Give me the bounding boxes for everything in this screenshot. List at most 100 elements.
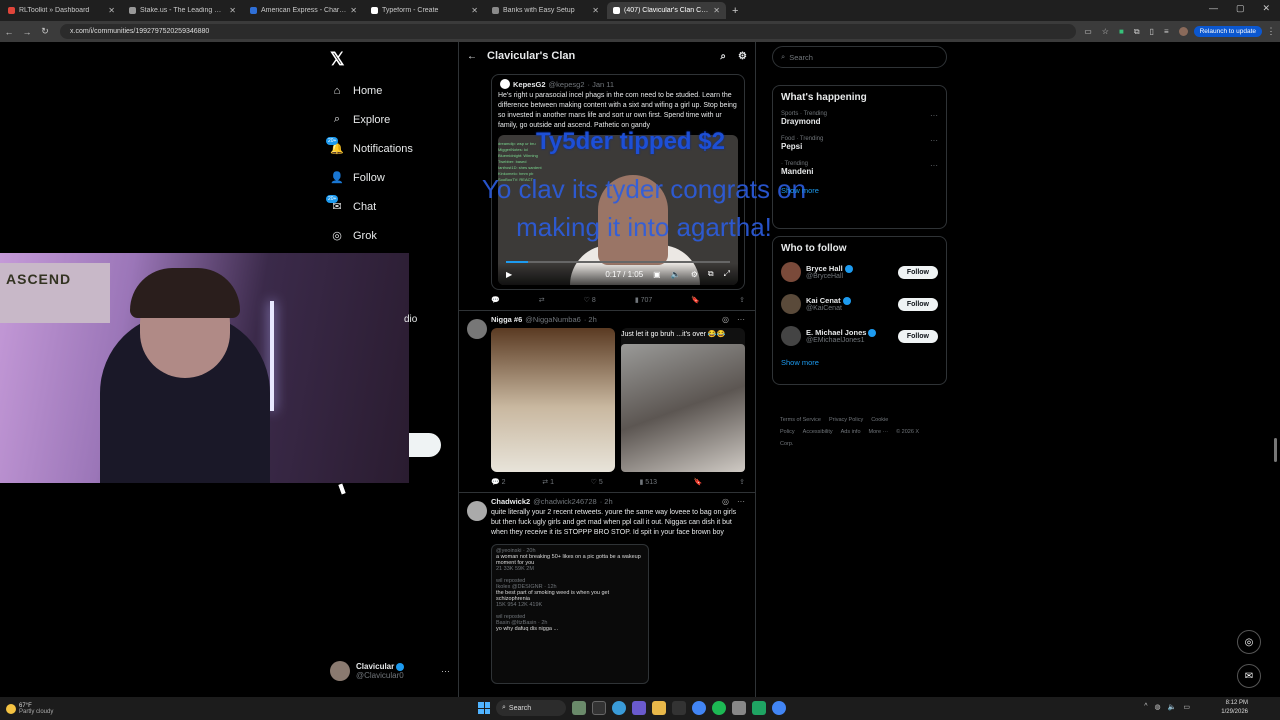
cast-icon[interactable]: ▭ — [1084, 27, 1092, 36]
post-item[interactable]: Chadwick2 @chadwick246728 · 2h ◎ ··· quite l… — [459, 493, 755, 688]
reload-icon[interactable]: ↻ — [36, 26, 54, 37]
search-input[interactable]: ⌕ Search — [772, 46, 947, 68]
messages-fab-icon[interactable]: ✉ — [1237, 664, 1261, 688]
more-icon[interactable]: ··· — [441, 666, 450, 676]
nav-item-home[interactable]: ⌂ Home — [330, 76, 413, 105]
clock[interactable]: 8:12 PM 1/29/2026 — [1221, 699, 1248, 717]
embedded-screenshot[interactable]: @yeoinski · 20h a woman not breaking 50+ … — [491, 544, 649, 684]
app-icon[interactable] — [732, 701, 746, 715]
discord-icon[interactable] — [632, 701, 646, 715]
start-icon[interactable] — [478, 702, 490, 714]
follow-suggestion[interactable]: Kai Cenat @KaiCenat Follow — [781, 294, 938, 314]
show-more-link[interactable]: Show more — [781, 186, 938, 195]
close-tab-icon[interactable]: ✕ — [229, 6, 236, 15]
captions-icon[interactable]: ▣ — [653, 270, 661, 279]
share-icon[interactable]: ⇪ — [739, 296, 745, 304]
volume-icon[interactable]: 🔈 — [671, 270, 681, 279]
trend-item[interactable]: Food · Trending Pepsi ··· — [781, 136, 938, 151]
fullscreen-icon[interactable]: ⤢ — [724, 269, 730, 279]
footer-link[interactable]: Ads info — [841, 429, 861, 435]
bookmark-icon[interactable]: 🔖 — [691, 296, 700, 304]
footer-link[interactable]: More ··· — [869, 429, 889, 435]
scrollbar[interactable] — [1274, 438, 1277, 462]
footer-link[interactable]: Terms of Service — [780, 417, 821, 423]
volume-icon[interactable]: 🔈 — [1168, 703, 1177, 711]
weather-widget[interactable]: 67°F Partly cloudy — [6, 703, 53, 715]
footer-link[interactable]: Accessibility — [803, 429, 833, 435]
nav-item-explore[interactable]: ⌕ Explore — [330, 105, 413, 134]
network-icon[interactable]: ◍ — [1155, 703, 1161, 711]
maximize-icon[interactable]: ▢ — [1236, 3, 1245, 14]
chrome-icon[interactable] — [692, 701, 706, 715]
account-switcher[interactable]: Clavicular @Clavicular0 ··· — [330, 661, 450, 681]
show-more-link[interactable]: Show more — [781, 358, 938, 367]
browser-tab[interactable]: RLToolkit » Dashboard ✕ — [2, 2, 121, 19]
close-tab-icon[interactable]: ✕ — [471, 6, 478, 15]
more-icon[interactable]: ··· — [930, 136, 938, 145]
url-field[interactable]: x.com/i/communities/1992797520259346880 — [60, 24, 1077, 39]
views-icon[interactable]: ▮ 707 — [635, 296, 652, 304]
close-window-icon[interactable]: ✕ — [1262, 3, 1270, 14]
menu-list-icon[interactable]: ≡ — [1164, 27, 1169, 36]
like-icon[interactable]: ♡ 8 — [584, 296, 596, 304]
tray-chevron-icon[interactable]: ^ — [1144, 703, 1147, 711]
more-icon[interactable]: ··· — [737, 315, 745, 324]
kebab-menu-icon[interactable]: ⋮ — [1262, 26, 1280, 37]
reply-icon[interactable]: 💬 — [491, 296, 500, 304]
bookmark-star-icon[interactable]: ☆ — [1102, 27, 1109, 36]
taskbar-search[interactable]: ⌕ Search — [496, 700, 566, 716]
close-tab-icon[interactable]: ✕ — [713, 6, 720, 15]
media-video[interactable]: Just let it go bruh ...it's over 😂😂 — [621, 328, 745, 472]
chrome-alt-icon[interactable] — [772, 701, 786, 715]
nav-item-follow[interactable]: 👤 Follow — [330, 163, 413, 192]
nav-item-chat[interactable]: ✉ 20+ Chat — [326, 192, 413, 221]
grok-icon[interactable]: ◎ — [722, 497, 729, 506]
trend-item[interactable]: Sports · Trending Draymond ··· — [781, 111, 938, 126]
forward-icon[interactable]: → — [18, 27, 36, 37]
follow-button[interactable]: Follow — [897, 265, 938, 279]
trend-item[interactable]: · Trending Mandeni ··· — [781, 161, 938, 176]
minimize-icon[interactable]: — — [1209, 3, 1218, 14]
share-icon[interactable]: ⇪ — [739, 478, 745, 486]
bookmark-icon[interactable]: 🔖 — [694, 478, 703, 486]
grok-fab-icon[interactable]: ◎ — [1237, 630, 1261, 654]
browser-tab[interactable]: American Express - Charge Ver✕ — [244, 2, 363, 19]
close-tab-icon[interactable]: ✕ — [350, 6, 357, 15]
settings-gear-icon[interactable]: ⚙ — [691, 270, 698, 279]
footer-link[interactable]: Privacy Policy — [829, 417, 863, 423]
task-view-icon[interactable] — [592, 701, 606, 715]
more-icon[interactable]: ··· — [737, 497, 745, 506]
edge-icon[interactable] — [612, 701, 626, 715]
more-icon[interactable]: ··· — [930, 111, 938, 120]
new-tab-button[interactable]: + — [732, 5, 738, 17]
browser-tab[interactable]: Typeform - Create ✕ — [365, 2, 484, 19]
media-photo[interactable] — [491, 328, 615, 472]
more-icon[interactable]: ··· — [930, 161, 938, 170]
obs-icon[interactable] — [672, 701, 686, 715]
post-item[interactable]: Nigga #6 @NiggaNumba6 · 2h ◎ ··· Just let it… — [459, 311, 755, 493]
play-icon[interactable]: ▶ — [506, 270, 512, 279]
close-tab-icon[interactable]: ✕ — [108, 6, 115, 15]
follow-button[interactable]: Follow — [897, 329, 938, 343]
relaunch-button[interactable]: Relaunch to update — [1193, 26, 1262, 37]
like-icon[interactable]: ♡ 5 — [591, 478, 603, 486]
browser-tab[interactable]: Stake.us - The Leading Social Ca✕ — [123, 2, 242, 19]
battery-icon[interactable]: ▭ — [1183, 703, 1190, 711]
folder-icon[interactable] — [652, 701, 666, 715]
repost-icon[interactable]: ⇄ 1 — [542, 478, 554, 486]
back-arrow-icon[interactable]: ← — [467, 51, 487, 62]
profile-avatar-icon[interactable] — [1178, 27, 1188, 36]
post-button-partial[interactable] — [409, 433, 441, 457]
search-icon[interactable]: ⌕ — [720, 51, 726, 62]
close-tab-icon[interactable]: ✕ — [592, 6, 599, 15]
puzzle-icon[interactable]: ⧉ — [1134, 27, 1140, 37]
sheets-icon[interactable] — [752, 701, 766, 715]
follow-suggestion[interactable]: Bryce Hall @BryceHall Follow — [781, 262, 938, 282]
reply-icon[interactable]: 💬 2 — [491, 478, 506, 486]
widgets-icon[interactable] — [572, 701, 586, 715]
settings-icon[interactable]: ⚙ — [738, 51, 747, 62]
sidepanel-icon[interactable]: ▯ — [1150, 27, 1154, 36]
extension-icon[interactable]: ■ — [1119, 27, 1124, 36]
nav-item-grok[interactable]: ◎ Grok — [330, 221, 413, 250]
nav-item-notifications[interactable]: 🔔 20+ Notifications — [326, 134, 413, 163]
